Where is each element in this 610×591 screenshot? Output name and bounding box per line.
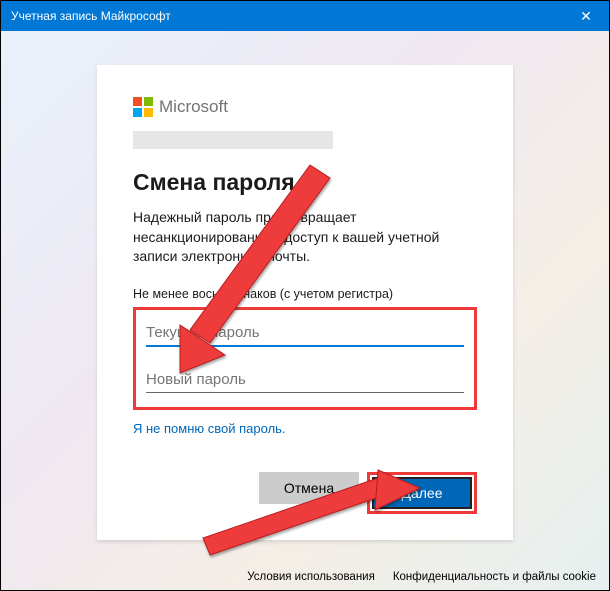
password-hint: Не менее восьми знаков (с учетом регистр…	[133, 287, 477, 301]
dialog-card: Microsoft Смена пароля Надежный пароль п…	[97, 65, 513, 540]
microsoft-logo: Microsoft	[133, 97, 477, 117]
current-password-input[interactable]	[146, 318, 464, 347]
page-heading: Смена пароля	[133, 169, 477, 196]
button-row: Отмена Далее	[259, 472, 477, 514]
forgot-password-link[interactable]: Я не помню свой пароль.	[133, 421, 286, 436]
close-icon[interactable]: ✕	[563, 1, 609, 31]
terms-link[interactable]: Условия использования	[247, 571, 375, 583]
description-text: Надежный пароль предотвращает несанкцион…	[133, 208, 477, 267]
password-fields-highlight	[133, 307, 477, 410]
window-title: Учетная запись Майкрософт	[11, 9, 171, 23]
logo-text: Microsoft	[159, 97, 228, 117]
next-button-highlight: Далее	[367, 472, 477, 514]
new-password-input[interactable]	[146, 365, 464, 393]
footer-links: Условия использования Конфиденциальность…	[247, 571, 596, 583]
titlebar: Учетная запись Майкрософт ✕	[1, 1, 609, 31]
privacy-link[interactable]: Конфиденциальность и файлы cookie	[393, 571, 596, 583]
next-button[interactable]: Далее	[372, 477, 472, 509]
logo-icon	[133, 97, 153, 117]
cancel-button[interactable]: Отмена	[259, 472, 359, 504]
account-email-redacted	[133, 131, 333, 149]
